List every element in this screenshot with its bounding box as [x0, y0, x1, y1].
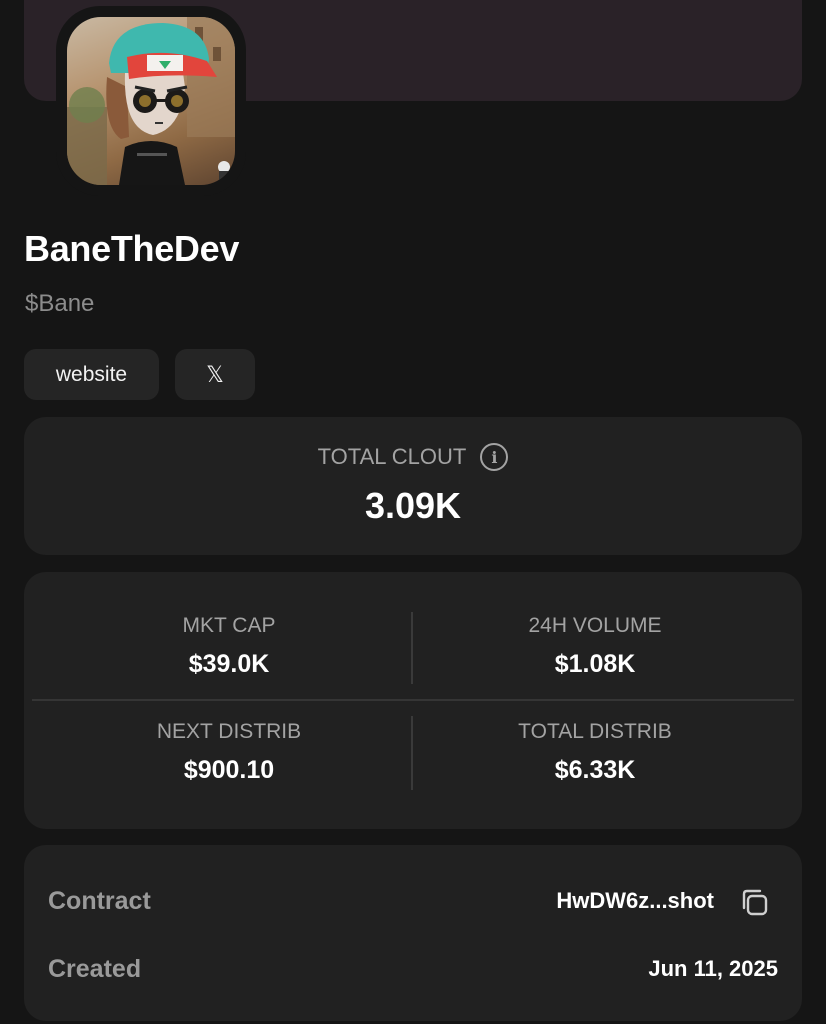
copy-icon[interactable]: [738, 886, 770, 918]
stat-label: 24H VOLUME: [528, 614, 662, 637]
x-link-button[interactable]: 𝕏: [175, 349, 255, 400]
website-button[interactable]: website: [24, 349, 159, 400]
stat-label: NEXT DISTRIB: [156, 720, 302, 743]
avatar: [67, 17, 235, 185]
created-label: Created: [48, 955, 142, 983]
stats-divider-top: [411, 612, 413, 684]
stat-24h-volume: 24H VOLUME $1.08K: [415, 614, 775, 679]
token-profile-page: BaneTheDev $Bane website 𝕏 TOTAL CLOUT i…: [0, 0, 826, 1024]
stats-divider-bottom: [411, 716, 413, 790]
token-details-card: [24, 845, 802, 1021]
stat-next-distrib: NEXT DISTRIB $900.10: [49, 720, 409, 785]
x-icon: 𝕏: [206, 361, 224, 387]
stat-mkt-cap: MKT CAP $39.0K: [49, 614, 409, 679]
avatar-frame: [56, 6, 246, 196]
stat-value: $900.10: [183, 756, 275, 784]
total-clout-header: TOTAL CLOUT i: [0, 443, 826, 471]
info-icon[interactable]: i: [480, 443, 509, 471]
stat-label: MKT CAP: [182, 614, 276, 637]
stats-divider-middle: [32, 699, 794, 701]
total-clout-label: TOTAL CLOUT: [317, 444, 467, 469]
stat-value: $39.0K: [188, 650, 270, 678]
created-date: Jun 11, 2025: [648, 956, 778, 981]
token-ticker: $Bane: [25, 290, 95, 317]
total-clout-value: 3.09K: [364, 485, 462, 526]
stat-value: $6.33K: [554, 756, 636, 784]
avatar-illustration: [67, 17, 235, 185]
profile-name: BaneTheDev: [24, 228, 240, 269]
stat-value: $1.08K: [554, 650, 636, 678]
stat-total-distrib: TOTAL DISTRIB $6.33K: [415, 720, 775, 785]
stat-label: TOTAL DISTRIB: [518, 720, 672, 743]
contract-address[interactable]: HwDW6z...shot: [556, 888, 714, 914]
contract-label: Contract: [48, 887, 151, 915]
